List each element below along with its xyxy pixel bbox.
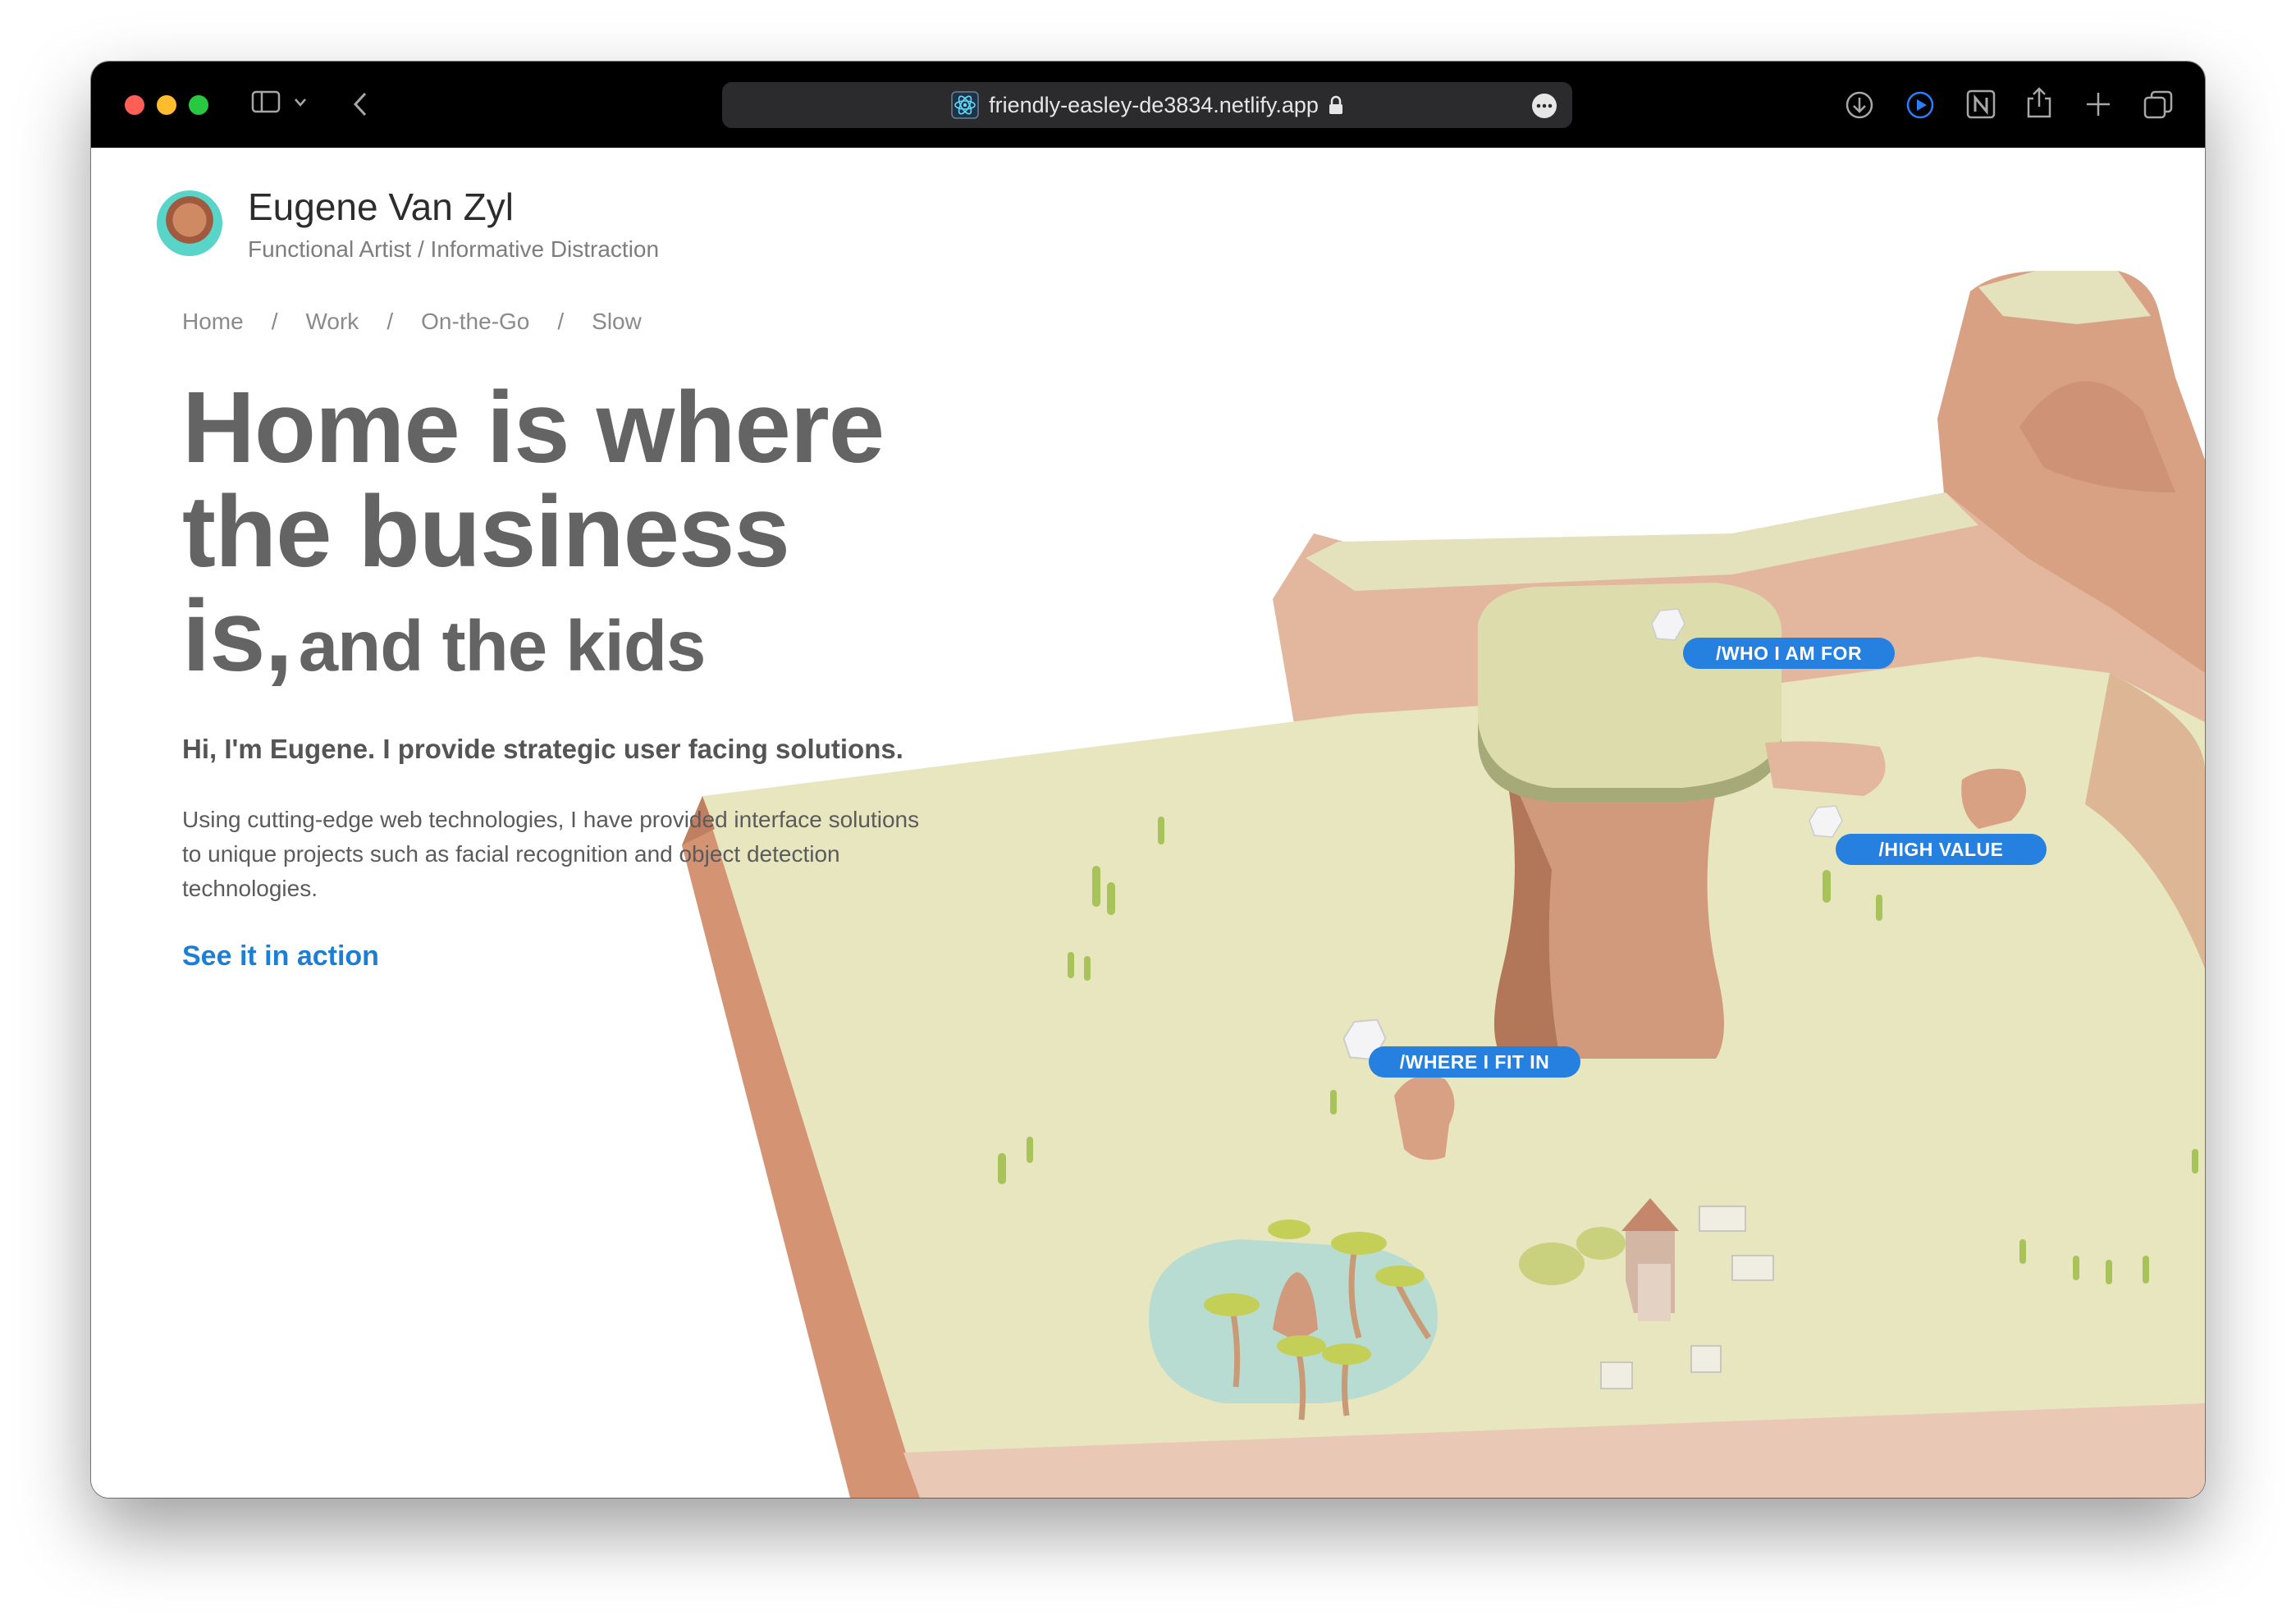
intro-text: Hi, I'm Eugene. I provide strategic user… xyxy=(182,734,903,764)
hero-line-3-small: and the kids xyxy=(298,606,707,686)
where-i-fit-in-label[interactable]: /WHERE I FIT IN xyxy=(1369,1046,1580,1078)
breadcrumb-separator: / xyxy=(271,309,278,334)
breadcrumb-separator: / xyxy=(557,309,565,334)
site-name[interactable]: Eugene Van Zyl xyxy=(248,185,514,229)
chevron-down-icon[interactable] xyxy=(294,98,307,108)
hero-line-3-big: is, xyxy=(182,580,293,693)
who-hotspot-gem-icon[interactable] xyxy=(1650,607,1686,643)
downloads-icon[interactable] xyxy=(1845,90,1874,120)
url-text[interactable]: friendly-easley-de3834.netlify.app xyxy=(989,93,1319,118)
hero-heading: Home is where the business is,and the ki… xyxy=(182,372,885,689)
nav-home-link[interactable]: Home xyxy=(182,309,244,335)
browser-toolbar: friendly-easley-de3834.netlify.app xyxy=(91,62,2205,148)
zoom-window-button[interactable] xyxy=(189,95,208,115)
notion-icon[interactable] xyxy=(1965,89,1996,120)
see-it-in-action-link[interactable]: See it in action xyxy=(182,940,379,972)
address-bar[interactable]: friendly-easley-de3834.netlify.app xyxy=(722,82,1572,128)
nav-on-the-go-link[interactable]: On-the-Go xyxy=(421,309,529,335)
nav-work-link[interactable]: Work xyxy=(305,309,359,335)
page-content: /WHO I AM FOR /HIGH VALUE /WHERE I FIT I… xyxy=(91,148,2205,1498)
close-window-button[interactable] xyxy=(125,95,144,115)
nav-slow-link[interactable]: Slow xyxy=(592,309,642,335)
high-value-label[interactable]: /HIGH VALUE xyxy=(1836,834,2047,865)
hero-line-3: is,and the kids xyxy=(182,584,884,689)
react-favicon-icon xyxy=(951,91,979,119)
more-options-icon[interactable] xyxy=(1531,93,1557,119)
hero-line-1: Home is where xyxy=(182,372,885,484)
new-tab-icon[interactable] xyxy=(2084,90,2112,118)
who-i-am-for-label[interactable]: /WHO I AM FOR xyxy=(1683,638,1895,669)
share-icon[interactable] xyxy=(2025,86,2053,119)
lock-icon xyxy=(1329,95,1342,114)
breadcrumb-separator: / xyxy=(386,309,394,334)
hero-line-2: the business xyxy=(182,476,790,588)
value-hotspot-gem-icon[interactable] xyxy=(1808,804,1844,840)
avatar[interactable] xyxy=(157,190,222,256)
back-icon[interactable] xyxy=(352,91,368,117)
browser-window: friendly-easley-de3834.netlify.app /WHO … xyxy=(91,62,2205,1498)
breadcrumb: Home / Work / On-the-Go / Slow xyxy=(182,309,642,335)
site-tagline: Functional Artist / Informative Distract… xyxy=(248,236,660,262)
play-extension-icon[interactable] xyxy=(1905,90,1935,120)
minimize-window-button[interactable] xyxy=(157,95,176,115)
sidebar-toggle-icon[interactable] xyxy=(251,89,281,114)
description-text: Using cutting-edge web technologies, I h… xyxy=(182,807,920,901)
tab-overview-icon[interactable] xyxy=(2143,89,2174,121)
